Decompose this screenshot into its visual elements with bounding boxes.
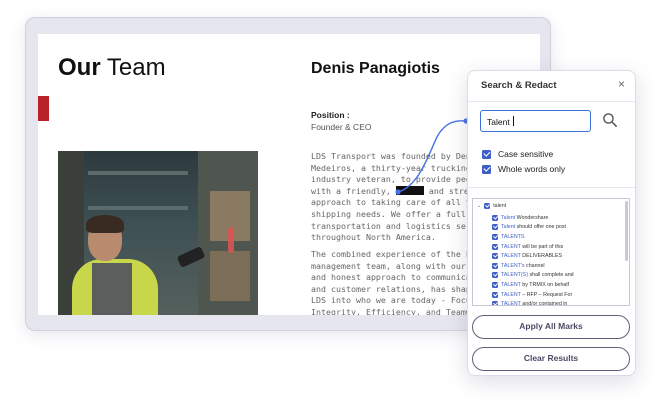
- checkbox-checked-icon[interactable]: [492, 272, 498, 279]
- result-match: TALENT(S): [501, 272, 528, 279]
- text-cursor: [512, 116, 514, 126]
- result-item[interactable]: TALENT DELIVERABLES: [492, 251, 574, 261]
- result-text: TALENT by TRMIX on behalf: [501, 282, 569, 288]
- option-label: Case sensitive: [498, 149, 554, 159]
- result-match: TALENT: [501, 281, 521, 288]
- result-text: TALENT – RFP – Request For: [501, 292, 572, 298]
- option-label: Whole words only: [498, 164, 566, 174]
- result-text: TALENT DELIVERABLES: [501, 253, 562, 259]
- checkbox-checked-icon[interactable]: [492, 224, 498, 231]
- result-item[interactable]: TALENTS: [492, 232, 574, 242]
- checkbox-checked-icon[interactable]: [492, 291, 498, 298]
- result-text: TALENTS: [501, 234, 524, 240]
- result-context: Wondershare: [515, 214, 549, 221]
- checkbox-checked-icon[interactable]: [482, 149, 491, 159]
- divider: [468, 101, 635, 102]
- checkbox-checked-icon[interactable]: [492, 281, 498, 288]
- bio-line: with a friendly,: [311, 185, 396, 196]
- search-redact-panel: Search & Redact × Talent Case sensitive …: [467, 70, 636, 376]
- search-icon[interactable]: [602, 112, 618, 128]
- divider: [468, 187, 635, 188]
- result-match: TALENT's: [501, 262, 525, 269]
- bio-line: The combined experience of the LDS: [311, 249, 481, 259]
- option-whole-words[interactable]: Whole words only: [482, 164, 565, 174]
- bio-paragraph-2: The combined experience of the LDS manag…: [311, 249, 501, 315]
- result-context: should offer one post: [515, 224, 566, 231]
- result-match: TALENT: [501, 243, 521, 250]
- bio-line: and customer relations, has shaped: [311, 283, 481, 294]
- results-list[interactable]: ⌄ talent Talent Wondershare Talent should…: [472, 198, 630, 306]
- bio-line: management team, along with our open: [311, 260, 491, 271]
- result-match: Talent: [501, 214, 516, 221]
- result-match: TALENT: [501, 301, 521, 306]
- result-text: Talent Wondershare: [501, 215, 548, 221]
- checkbox-checked-icon[interactable]: [484, 203, 491, 209]
- bio-line: and honest approach to communication: [311, 272, 491, 283]
- result-item[interactable]: TALENT by TRMIX on behalf: [492, 280, 574, 290]
- result-context: and/or contained in: [520, 301, 568, 306]
- result-match: Talent: [501, 224, 516, 231]
- checkbox-checked-icon[interactable]: [492, 243, 498, 250]
- apply-all-marks-button[interactable]: Apply All Marks: [472, 315, 630, 339]
- bio-line: industry veteran, to provide people: [311, 174, 486, 185]
- results-root-label: talent: [493, 203, 507, 209]
- result-item[interactable]: TALENT will be part of this: [492, 242, 574, 252]
- result-context: shall complete and: [527, 272, 574, 279]
- person-name: Denis Panagiotis: [311, 60, 440, 77]
- close-icon[interactable]: ×: [618, 77, 625, 91]
- bio-line: Integrity, Efficiency, and Teamwork.: [311, 306, 491, 315]
- team-photo: [58, 151, 258, 315]
- result-context: channel: [524, 262, 545, 269]
- clear-results-button[interactable]: Clear Results: [472, 347, 630, 371]
- results-root[interactable]: ⌄ talent: [477, 203, 506, 209]
- checkbox-checked-icon[interactable]: [492, 262, 498, 269]
- heading-bold: Our: [58, 54, 101, 81]
- result-item[interactable]: TALENT's channel: [492, 261, 574, 271]
- position-value: Founder & CEO: [311, 122, 372, 132]
- result-match: TALENT: [501, 291, 521, 298]
- accent-bar: [38, 96, 49, 121]
- redaction-mark[interactable]: [395, 185, 424, 195]
- checkbox-checked-icon[interactable]: [492, 301, 498, 305]
- page-heading: Our Team: [58, 54, 166, 82]
- bio-paragraph-1: LDS Transport was founded by Denis Medei…: [311, 151, 511, 244]
- result-text: TALENT(S) shall complete and: [501, 272, 574, 278]
- panel-title: Search & Redact: [481, 80, 557, 91]
- option-case-sensitive[interactable]: Case sensitive: [482, 149, 553, 159]
- result-text: TALENT's channel: [501, 263, 545, 269]
- result-context: by TRMIX on behalf: [520, 281, 570, 288]
- result-context: DELIVERABLES: [520, 253, 563, 260]
- result-text: TALENT and/or contained in: [501, 301, 568, 306]
- result-context: – RFP – Request For: [520, 291, 573, 298]
- search-input-value: Talent: [487, 117, 510, 127]
- result-item[interactable]: TALENT(S) shall complete and: [492, 271, 574, 281]
- results-items: Talent Wondershare Talent should offer on…: [492, 213, 574, 306]
- collapse-arrow-icon[interactable]: ⌄: [477, 203, 481, 209]
- result-text: TALENT will be part of this: [501, 244, 563, 250]
- checkbox-checked-icon[interactable]: [492, 233, 498, 240]
- result-item[interactable]: Talent should offer one post: [492, 223, 574, 233]
- result-item[interactable]: TALENT and/or contained in: [492, 299, 574, 306]
- bio-line: LDS Transport was founded by Denis: [311, 151, 481, 161]
- results-scrollbar[interactable]: [625, 201, 628, 261]
- bio-line: Medeiros, a thirty-year trucking: [311, 162, 471, 173]
- position-label: Position :: [311, 110, 350, 120]
- bio-line: approach to taking care of all your: [311, 197, 486, 208]
- result-item[interactable]: Talent Wondershare: [492, 213, 574, 223]
- result-text: Talent should offer one post: [501, 224, 566, 230]
- document-page: Our Team Denis Panagiotis Position : Fou…: [38, 34, 540, 315]
- checkbox-checked-icon[interactable]: [482, 164, 491, 174]
- result-context: will be part of this: [520, 243, 564, 250]
- checkbox-checked-icon[interactable]: [492, 214, 498, 221]
- bio-line: throughout North America.: [311, 232, 436, 243]
- heading-light: Team: [106, 54, 166, 81]
- checkbox-checked-icon[interactable]: [492, 253, 498, 260]
- search-input[interactable]: Talent: [480, 110, 591, 132]
- result-item[interactable]: TALENT – RFP – Request For: [492, 290, 574, 300]
- result-match: TALENTS: [501, 233, 525, 240]
- result-match: TALENT: [501, 253, 521, 260]
